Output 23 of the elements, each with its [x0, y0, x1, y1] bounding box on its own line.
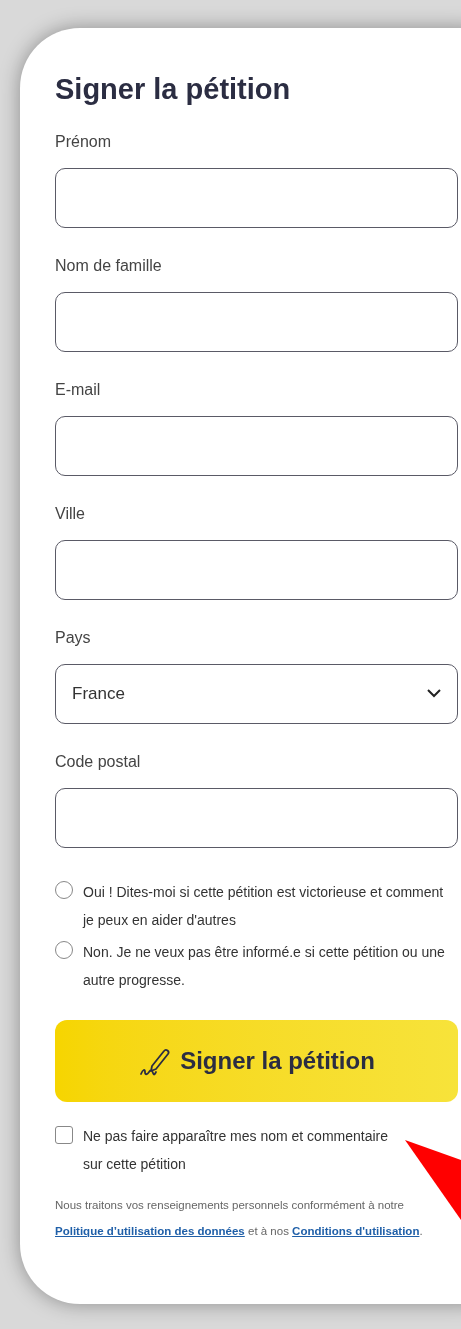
privacy-notice: Nous traitons vos renseignements personnels conformément à notre Politique d’utilisation des données et à nos Conditions d'utilisation. [55, 1197, 424, 1239]
radio-button[interactable] [55, 940, 73, 959]
country-dropdown[interactable]: France [55, 663, 458, 724]
input-field[interactable] [55, 415, 458, 476]
field-label: Code postal [55, 751, 142, 772]
sign-petition-button[interactable]: Signer la pétition [55, 1019, 458, 1102]
field-label: Pays [55, 627, 92, 648]
input-field[interactable] [55, 787, 458, 848]
chevron-down-icon [427, 689, 441, 698]
field-label: Ville [55, 503, 86, 524]
radio-button[interactable] [55, 880, 73, 899]
input-field[interactable] [55, 539, 458, 600]
radio-label: Oui ! Dites-moi si cette pétition est victorieuse et comment je peux en aider d'autres [83, 882, 445, 930]
form-title: Signer la pétition [55, 72, 292, 107]
data-policy-link[interactable]: Politique d’utilisation des données [55, 1224, 245, 1237]
field-label: Prénom [55, 131, 113, 152]
field-label: E-mail [55, 379, 102, 400]
field-label: Nom de famille [55, 255, 163, 276]
input-field[interactable] [55, 167, 458, 228]
checkbox-label: Ne pas faire apparaître mes nom et commentaire sur cette pétition [83, 1126, 390, 1174]
checkbox[interactable] [55, 1125, 73, 1144]
radio-label: Non. Je ne veux pas être informé.e si cette pétition ou une autre progresse. [83, 942, 446, 990]
input-field[interactable] [55, 291, 458, 352]
